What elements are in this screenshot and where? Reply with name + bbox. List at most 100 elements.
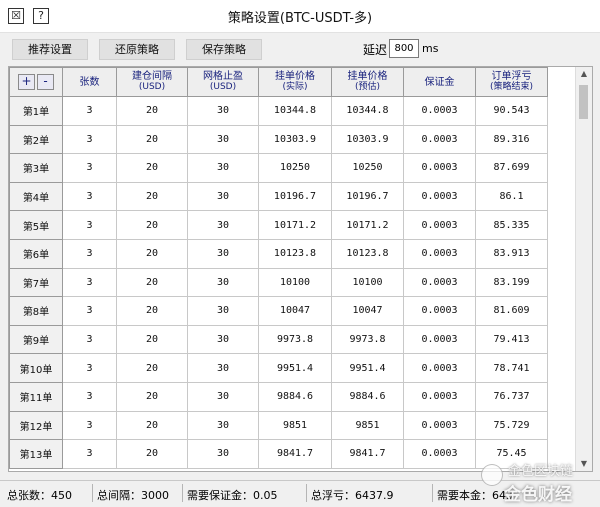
table-cell[interactable]: 81.609 [475,296,548,326]
table-cell[interactable]: 30 [187,296,259,326]
table-cell[interactable]: 87.699 [475,153,548,183]
table-cell[interactable]: 20 [116,238,188,269]
table-cell[interactable]: 3 [62,124,117,155]
row-header[interactable]: 第3单 [9,153,63,183]
table-cell[interactable]: 9884.6 [258,381,332,412]
table-cell[interactable]: 0.0003 [403,267,476,298]
table-cell[interactable]: 3 [62,410,117,441]
table-cell[interactable]: 3 [62,238,117,269]
restore-strategy-button[interactable]: 还原策略 [99,39,175,60]
table-cell[interactable]: 0.0003 [403,210,476,240]
row-header[interactable]: 第13单 [9,439,63,469]
table-cell[interactable]: 20 [116,181,188,212]
table-cell[interactable]: 30 [187,267,259,298]
row-header[interactable]: 第9单 [9,324,63,355]
table-cell[interactable]: 20 [116,96,188,126]
table-cell[interactable]: 0.0003 [403,324,476,355]
table-cell[interactable]: 3 [62,353,117,383]
table-cell[interactable]: 10196.7 [331,181,404,212]
row-header[interactable]: 第1单 [9,96,63,126]
table-cell[interactable]: 89.316 [475,124,548,155]
delay-input[interactable]: 800 [389,39,419,58]
row-header[interactable]: 第4单 [9,181,63,212]
table-cell[interactable]: 85.335 [475,210,548,240]
table-cell[interactable]: 0.0003 [403,296,476,326]
table-cell[interactable]: 30 [187,439,259,469]
table-cell[interactable]: 83.913 [475,238,548,269]
table-cell[interactable]: 30 [187,381,259,412]
scroll-thumb[interactable] [579,85,588,119]
table-cell[interactable]: 0.0003 [403,439,476,469]
table-cell[interactable]: 3 [62,296,117,326]
table-cell[interactable]: 10123.8 [258,238,332,269]
table-cell[interactable]: 30 [187,210,259,240]
table-cell[interactable]: 10171.2 [331,210,404,240]
table-cell[interactable]: 10196.7 [258,181,332,212]
table-cell[interactable]: 20 [116,381,188,412]
table-cell[interactable]: 10100 [258,267,332,298]
table-cell[interactable]: 0.0003 [403,96,476,126]
add-row-button[interactable]: + [18,74,35,90]
table-cell[interactable]: 9851 [331,410,404,441]
table-cell[interactable]: 75.45 [475,439,548,469]
table-cell[interactable]: 9973.8 [258,324,332,355]
table-cell[interactable]: 10047 [331,296,404,326]
table-cell[interactable]: 20 [116,324,188,355]
table-cell[interactable]: 30 [187,153,259,183]
table-cell[interactable]: 3 [62,153,117,183]
table-cell[interactable]: 10303.9 [258,124,332,155]
table-cell[interactable]: 20 [116,210,188,240]
table-cell[interactable]: 83.199 [475,267,548,298]
table-cell[interactable]: 3 [62,381,117,412]
row-header[interactable]: 第5单 [9,210,63,240]
table-cell[interactable]: 75.729 [475,410,548,441]
table-cell[interactable]: 30 [187,353,259,383]
row-header[interactable]: 第12单 [9,410,63,441]
table-cell[interactable]: 3 [62,96,117,126]
table-cell[interactable]: 86.1 [475,181,548,212]
table-cell[interactable]: 30 [187,181,259,212]
table-cell[interactable]: 10250 [331,153,404,183]
table-cell[interactable]: 9973.8 [331,324,404,355]
table-cell[interactable]: 20 [116,267,188,298]
table-cell[interactable]: 10344.8 [258,96,332,126]
row-header[interactable]: 第10单 [9,353,63,383]
table-cell[interactable]: 10250 [258,153,332,183]
table-cell[interactable]: 0.0003 [403,153,476,183]
table-cell[interactable]: 9951.4 [331,353,404,383]
table-cell[interactable]: 78.741 [475,353,548,383]
table-cell[interactable]: 9951.4 [258,353,332,383]
vertical-scrollbar[interactable]: ▲ ▼ [575,67,592,471]
row-header[interactable]: 第6单 [9,238,63,269]
table-cell[interactable]: 10171.2 [258,210,332,240]
table-cell[interactable]: 10303.9 [331,124,404,155]
table-cell[interactable]: 3 [62,181,117,212]
table-cell[interactable]: 3 [62,210,117,240]
table-cell[interactable]: 0.0003 [403,410,476,441]
table-cell[interactable]: 30 [187,410,259,441]
scroll-down-icon[interactable]: ▼ [576,457,592,471]
table-cell[interactable]: 30 [187,238,259,269]
table-cell[interactable]: 90.543 [475,96,548,126]
table-cell[interactable]: 3 [62,439,117,469]
table-cell[interactable]: 0.0003 [403,238,476,269]
table-cell[interactable]: 10100 [331,267,404,298]
table-cell[interactable]: 0.0003 [403,124,476,155]
row-header[interactable]: 第8单 [9,296,63,326]
recommend-settings-button[interactable]: 推荐设置 [12,39,88,60]
row-header[interactable]: 第11单 [9,381,63,412]
table-cell[interactable]: 9851 [258,410,332,441]
table-cell[interactable]: 3 [62,267,117,298]
table-cell[interactable]: 10344.8 [331,96,404,126]
table-cell[interactable]: 76.737 [475,381,548,412]
scroll-up-icon[interactable]: ▲ [576,67,592,81]
table-cell[interactable]: 20 [116,296,188,326]
table-cell[interactable]: 20 [116,124,188,155]
save-strategy-button[interactable]: 保存策略 [186,39,262,60]
table-cell[interactable]: 20 [116,153,188,183]
table-cell[interactable]: 9841.7 [331,439,404,469]
table-cell[interactable]: 3 [62,324,117,355]
table-cell[interactable]: 30 [187,124,259,155]
table-cell[interactable]: 30 [187,96,259,126]
table-cell[interactable]: 10047 [258,296,332,326]
